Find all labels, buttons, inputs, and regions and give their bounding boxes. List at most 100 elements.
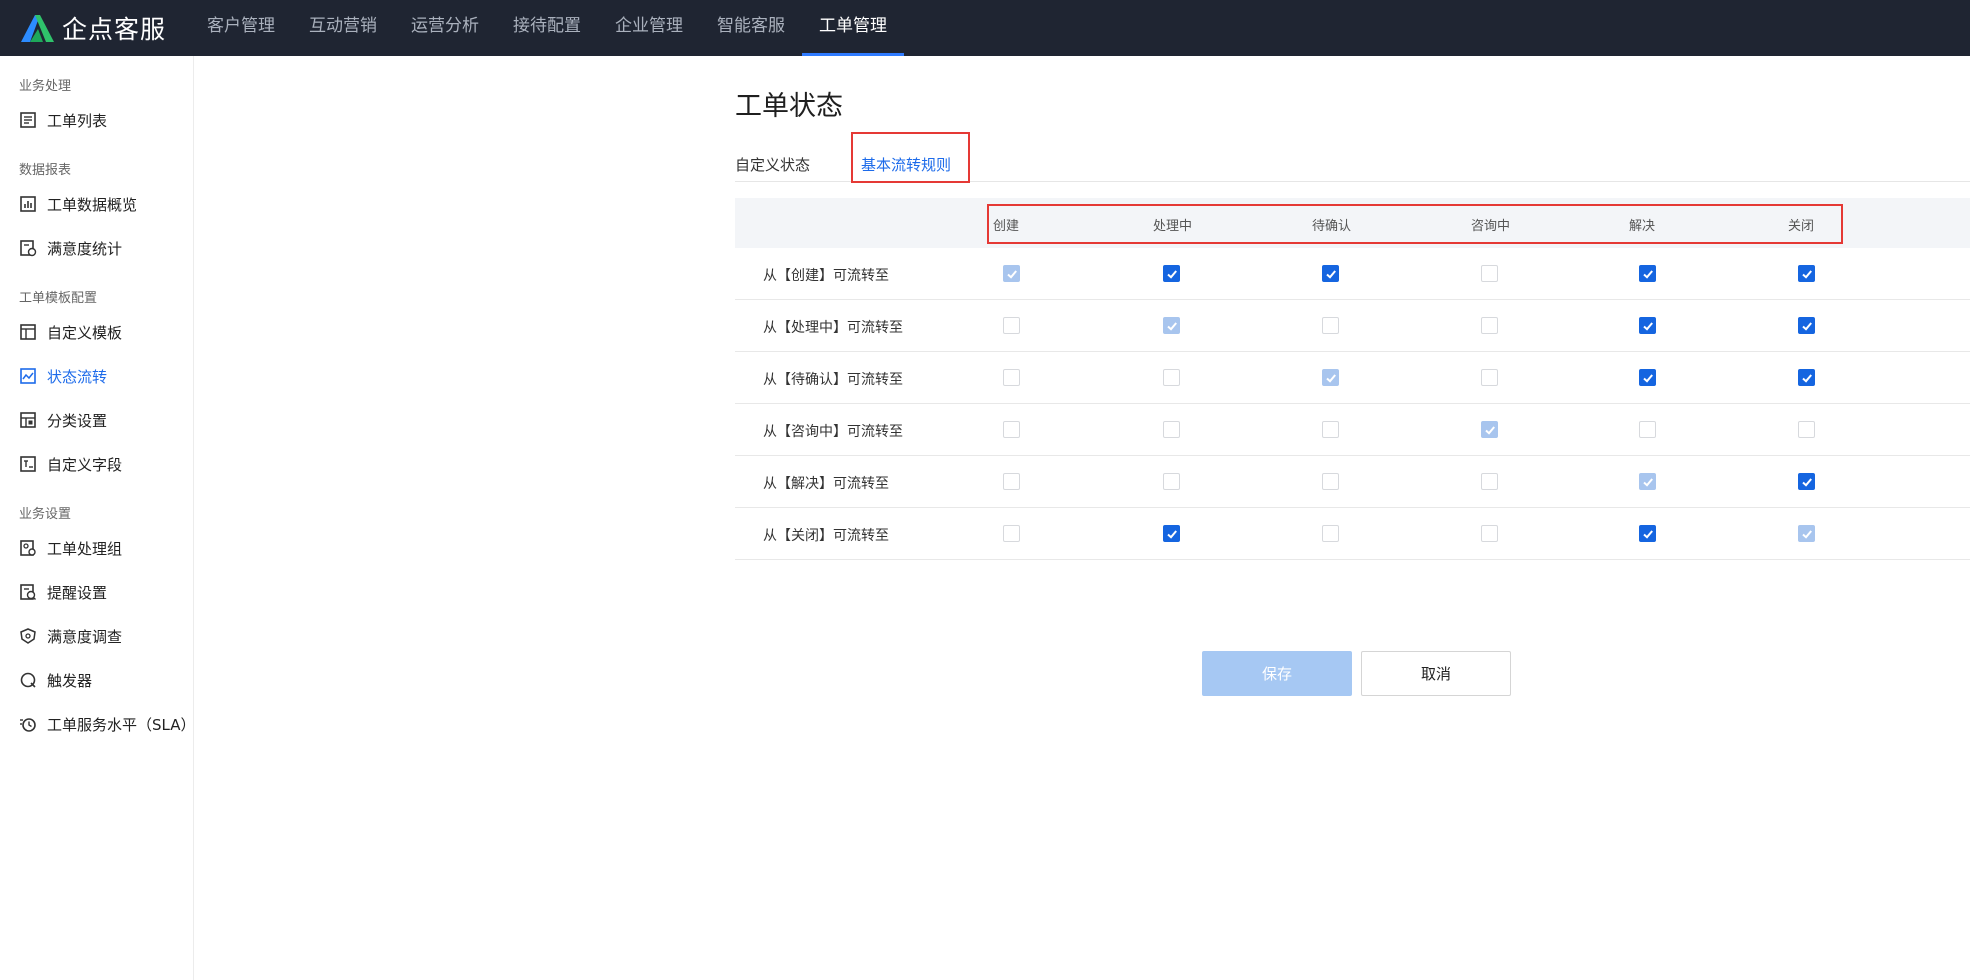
transition-checkbox[interactable] — [1639, 317, 1656, 334]
nav-item[interactable]: 企业管理 — [598, 0, 700, 56]
transition-checkbox[interactable] — [1003, 369, 1020, 386]
sidebar-item[interactable]: 分类设置 — [0, 398, 193, 442]
sidebar-item[interactable]: 状态流转 — [0, 354, 193, 398]
header-highlight-box — [987, 204, 1843, 244]
transition-checkbox[interactable] — [1798, 369, 1815, 386]
transition-checkbox[interactable] — [1163, 473, 1180, 490]
logo-icon — [21, 15, 54, 42]
sidebar-group-title: 数据报表 — [19, 163, 72, 178]
transition-checkbox[interactable] — [1003, 473, 1020, 490]
sidebar-item-label: 自定义字段 — [47, 455, 123, 474]
sidebar: 业务处理工单列表数据报表工单数据概览 满意度统计工单模板配置自定义模板状态流转分类… — [0, 56, 196, 980]
transition-checkbox[interactable] — [1003, 525, 1020, 542]
cancel-button[interactable]: 取消 — [1361, 651, 1511, 696]
sidebar-item[interactable]: 满意度调查 — [0, 614, 193, 658]
transition-checkbox[interactable] — [1322, 265, 1339, 282]
transition-checkbox — [1322, 369, 1339, 386]
sidebar-item-label: 分类设置 — [47, 411, 108, 430]
bar-chart-icon — [19, 195, 37, 213]
sidebar-item-label: 触发器 — [47, 671, 93, 690]
sidebar-item[interactable]: 触发器 — [0, 658, 193, 702]
reminder-icon — [19, 583, 37, 601]
transition-checkbox[interactable] — [1163, 525, 1180, 542]
tab-highlight-box — [851, 132, 970, 183]
template-icon — [19, 323, 37, 341]
transition-checkbox[interactable] — [1481, 525, 1498, 542]
sidebar-item[interactable]: 自定义模板 — [0, 310, 193, 354]
trigger-icon — [19, 671, 37, 689]
sidebar-item-label: 满意度统计 — [47, 239, 123, 258]
transition-checkbox[interactable] — [1639, 525, 1656, 542]
main-nav: 客户管理 互动营销 运营分析 接待配置 企业管理 智能客服 工单管理 — [190, 0, 904, 56]
list-icon — [19, 111, 37, 129]
transition-checkbox[interactable] — [1481, 473, 1498, 490]
transition-checkbox[interactable] — [1322, 421, 1339, 438]
sidebar-item[interactable]: 工单服务水平（SLA） — [0, 702, 196, 746]
category-icon — [19, 411, 37, 429]
transition-checkbox[interactable] — [1798, 317, 1815, 334]
top-navigation-bar: 企点客服 客户管理 互动营销 运营分析 接待配置 企业管理 智能客服 工单管理 — [0, 0, 1970, 56]
sidebar-item-label: 提醒设置 — [47, 583, 108, 602]
sidebar-group-title: 业务处理 — [19, 79, 72, 94]
row-label: 从【咨询中】可流转至 — [763, 424, 903, 440]
sla-clock-icon — [19, 715, 37, 733]
table-row: 从【处理中】可流转至 — [735, 300, 1970, 352]
table-row: 从【创建】可流转至 — [735, 248, 1970, 300]
nav-item[interactable]: 互动营销 — [292, 0, 394, 56]
sidebar-item[interactable]: 工单处理组 — [0, 526, 193, 570]
table-row: 从【待确认】可流转至 — [735, 352, 1970, 404]
nav-item[interactable]: 工单管理 — [802, 0, 904, 56]
nav-item[interactable]: 接待配置 — [496, 0, 598, 56]
table-row: 从【解决】可流转至 — [735, 456, 1970, 508]
sidebar-item-label: 工单列表 — [47, 111, 108, 130]
transition-checkbox[interactable] — [1481, 369, 1498, 386]
transition-checkbox[interactable] — [1163, 421, 1180, 438]
field-icon — [19, 455, 37, 473]
transition-checkbox[interactable] — [1798, 421, 1815, 438]
sidebar-item[interactable]: 提醒设置 — [0, 570, 193, 614]
sidebar-item-label: 工单数据概览 — [47, 195, 138, 214]
transition-checkbox[interactable] — [1798, 473, 1815, 490]
sidebar-item-label: 工单服务水平（SLA） — [47, 715, 196, 734]
survey-icon — [19, 627, 37, 645]
transition-checkbox[interactable] — [1798, 265, 1815, 282]
transition-checkbox[interactable] — [1481, 265, 1498, 282]
sidebar-group-title: 业务设置 — [19, 507, 72, 522]
transition-checkbox — [1798, 525, 1815, 542]
nav-item[interactable]: 客户管理 — [190, 0, 292, 56]
transition-checkbox[interactable] — [1639, 421, 1656, 438]
flow-rules-table: 创建 处理中 待确认 咨询中 解决 关闭 从【创建】可流转至 从【处理中】可流转至 从【待确认… — [735, 198, 1970, 560]
transition-checkbox[interactable] — [1003, 421, 1020, 438]
app-title: 企点客服 — [62, 15, 167, 44]
transition-checkbox[interactable] — [1639, 369, 1656, 386]
save-button[interactable]: 保存 — [1202, 651, 1352, 696]
sidebar-item[interactable]: 自定义字段 — [0, 442, 193, 486]
transition-checkbox[interactable] — [1322, 525, 1339, 542]
sidebar-item-label: 自定义模板 — [47, 323, 123, 342]
row-label: 从【解决】可流转至 — [763, 476, 889, 492]
nav-item[interactable]: 智能客服 — [700, 0, 802, 56]
transition-checkbox — [1481, 421, 1498, 438]
transition-checkbox[interactable] — [1003, 317, 1020, 334]
transition-checkbox[interactable] — [1163, 369, 1180, 386]
transition-checkbox[interactable] — [1163, 265, 1180, 282]
transition-checkbox[interactable] — [1639, 265, 1656, 282]
transition-checkbox[interactable] — [1322, 317, 1339, 334]
transition-checkbox[interactable] — [1322, 473, 1339, 490]
app-logo[interactable]: 企点客服 — [18, 10, 166, 46]
sidebar-item[interactable]: 工单列表 — [0, 98, 193, 142]
row-label: 从【创建】可流转至 — [763, 268, 889, 284]
row-label: 从【关闭】可流转至 — [763, 528, 889, 544]
sidebar-item[interactable]: 满意度统计 — [0, 226, 193, 270]
transition-checkbox[interactable] — [1481, 317, 1498, 334]
page-title: 工单状态 — [735, 91, 843, 122]
sidebar-item[interactable]: 工单数据概览 — [0, 182, 193, 226]
sidebar-item-label: 工单处理组 — [47, 539, 123, 558]
sidebar-group-title: 工单模板配置 — [19, 291, 98, 306]
sidebar-item-label: 状态流转 — [47, 367, 108, 386]
satisfaction-chart-icon — [19, 239, 37, 257]
nav-item[interactable]: 运营分析 — [394, 0, 496, 56]
row-label: 从【处理中】可流转至 — [763, 320, 903, 336]
tab-custom-status[interactable]: 自定义状态 — [735, 154, 810, 175]
transition-checkbox — [1003, 265, 1020, 282]
